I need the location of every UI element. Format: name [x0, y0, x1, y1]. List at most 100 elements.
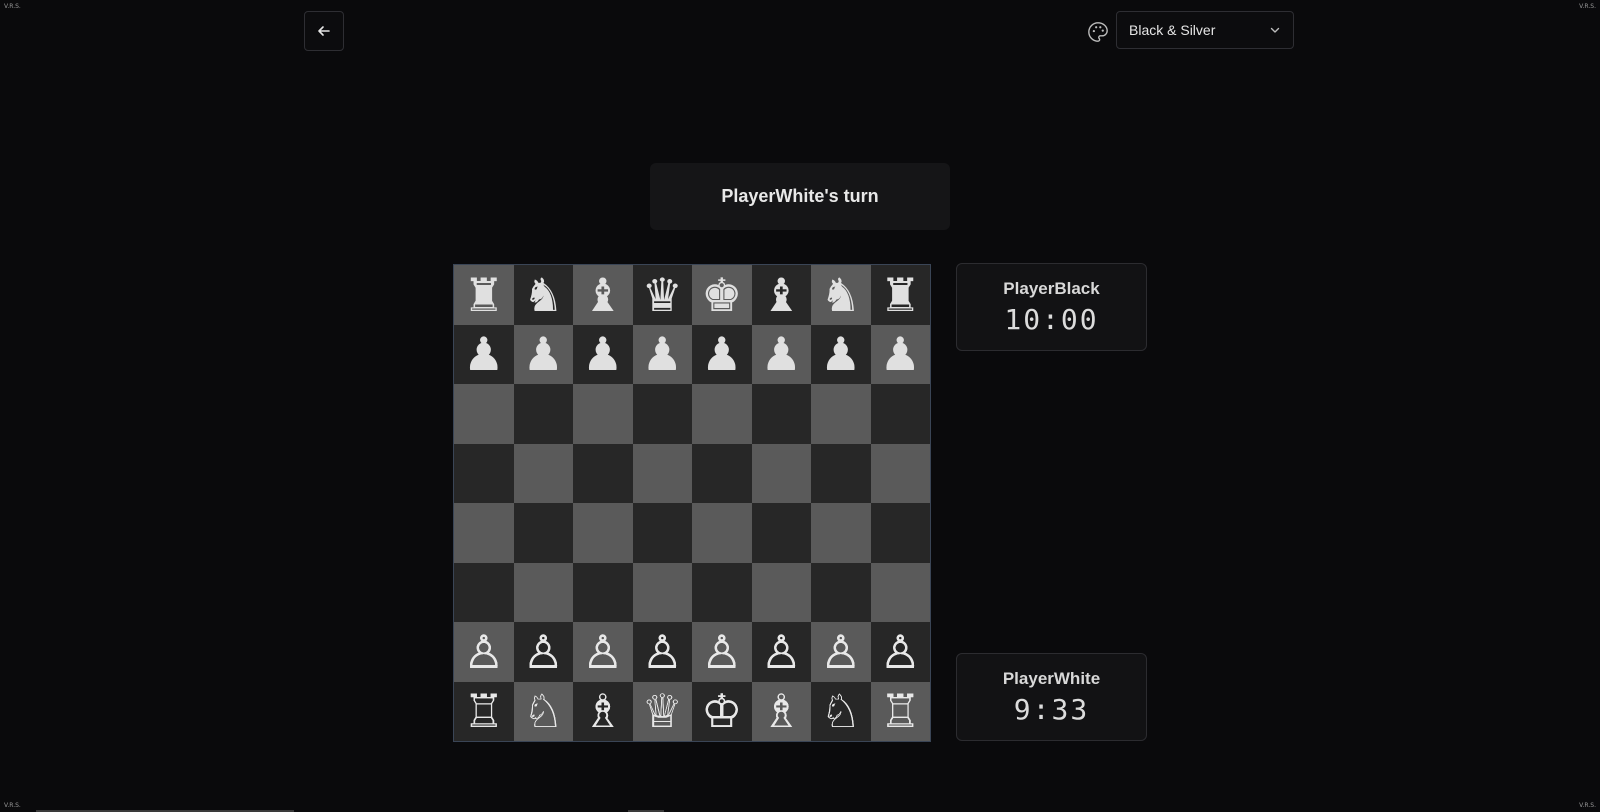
chess-piece[interactable]: ♟	[642, 331, 683, 377]
square-f6[interactable]	[751, 384, 811, 444]
square-c7[interactable]: ♟	[573, 324, 633, 384]
square-d8[interactable]: ♛	[632, 265, 692, 325]
square-g3[interactable]	[811, 562, 871, 622]
chess-piece[interactable]: ♟	[761, 331, 802, 377]
chess-piece[interactable]: ♟	[880, 331, 921, 377]
square-e8[interactable]: ♚	[692, 265, 752, 325]
chess-piece[interactable]: ♔	[701, 688, 742, 734]
square-h4[interactable]	[870, 503, 930, 563]
square-d2[interactable]: ♙	[632, 622, 692, 682]
square-d3[interactable]	[632, 562, 692, 622]
square-g2[interactable]: ♙	[811, 622, 871, 682]
square-d7[interactable]: ♟	[632, 324, 692, 384]
chess-piece[interactable]: ♞	[820, 272, 861, 318]
square-h3[interactable]	[870, 562, 930, 622]
chess-piece[interactable]: ♙	[523, 629, 564, 675]
square-b6[interactable]	[513, 384, 573, 444]
square-h7[interactable]: ♟	[870, 324, 930, 384]
square-a5[interactable]	[454, 443, 514, 503]
square-a8[interactable]: ♜	[454, 265, 514, 325]
chess-piece[interactable]: ♙	[642, 629, 683, 675]
chess-piece[interactable]: ♟	[523, 331, 564, 377]
square-a7[interactable]: ♟	[454, 324, 514, 384]
square-a1[interactable]: ♖	[454, 681, 514, 741]
square-e2[interactable]: ♙	[692, 622, 752, 682]
square-e7[interactable]: ♟	[692, 324, 752, 384]
square-c3[interactable]	[573, 562, 633, 622]
chess-piece[interactable]: ♟	[820, 331, 861, 377]
square-g5[interactable]	[811, 443, 871, 503]
chess-piece[interactable]: ♞	[523, 272, 564, 318]
chess-piece[interactable]: ♗	[582, 688, 623, 734]
chess-piece[interactable]: ♘	[820, 688, 861, 734]
square-c5[interactable]	[573, 443, 633, 503]
chess-piece[interactable]: ♙	[582, 629, 623, 675]
square-h8[interactable]: ♜	[870, 265, 930, 325]
square-d5[interactable]	[632, 443, 692, 503]
square-e4[interactable]	[692, 503, 752, 563]
chess-piece[interactable]: ♖	[880, 688, 921, 734]
chess-piece[interactable]: ♘	[523, 688, 564, 734]
theme-select[interactable]: Black & Silver	[1116, 11, 1294, 49]
square-d1[interactable]: ♕	[632, 681, 692, 741]
square-b1[interactable]: ♘	[513, 681, 573, 741]
square-h6[interactable]	[870, 384, 930, 444]
square-g8[interactable]: ♞	[811, 265, 871, 325]
chess-board[interactable]: ♜ ♞ ♝ ♛ ♚ ♝ ♞ ♜ ♟ ♟ ♟ ♟ ♟ ♟ ♟ ♟ ♙ ♙ ♙ ♙ ♙ ♙ ♙ ♙ ♖ ♘ ♗ ♕ ♔ ♗ ♘ ♖	[453, 264, 931, 742]
square-f4[interactable]	[751, 503, 811, 563]
chess-piece[interactable]: ♚	[701, 272, 742, 318]
square-f1[interactable]: ♗	[751, 681, 811, 741]
square-e5[interactable]	[692, 443, 752, 503]
square-a2[interactable]: ♙	[454, 622, 514, 682]
chess-piece[interactable]: ♛	[642, 272, 683, 318]
square-c1[interactable]: ♗	[573, 681, 633, 741]
chess-piece[interactable]: ♝	[582, 272, 623, 318]
square-a3[interactable]	[454, 562, 514, 622]
square-b3[interactable]	[513, 562, 573, 622]
chess-piece[interactable]: ♜	[463, 272, 504, 318]
chess-piece[interactable]: ♟	[701, 331, 742, 377]
square-c8[interactable]: ♝	[573, 265, 633, 325]
square-f2[interactable]: ♙	[751, 622, 811, 682]
chess-piece[interactable]: ♟	[582, 331, 623, 377]
chess-piece[interactable]: ♝	[761, 272, 802, 318]
square-g4[interactable]	[811, 503, 871, 563]
square-a4[interactable]	[454, 503, 514, 563]
square-e3[interactable]	[692, 562, 752, 622]
square-d6[interactable]	[632, 384, 692, 444]
square-c4[interactable]	[573, 503, 633, 563]
square-e1[interactable]: ♔	[692, 681, 752, 741]
chess-piece[interactable]: ♙	[820, 629, 861, 675]
back-button[interactable]	[304, 11, 344, 51]
square-d4[interactable]	[632, 503, 692, 563]
square-h2[interactable]: ♙	[870, 622, 930, 682]
square-g1[interactable]: ♘	[811, 681, 871, 741]
square-f7[interactable]: ♟	[751, 324, 811, 384]
square-f3[interactable]	[751, 562, 811, 622]
chess-piece[interactable]: ♙	[761, 629, 802, 675]
chess-piece[interactable]: ♙	[880, 629, 921, 675]
square-g6[interactable]	[811, 384, 871, 444]
square-b5[interactable]	[513, 443, 573, 503]
square-b2[interactable]: ♙	[513, 622, 573, 682]
square-b7[interactable]: ♟	[513, 324, 573, 384]
square-h5[interactable]	[870, 443, 930, 503]
chess-piece[interactable]: ♕	[642, 688, 683, 734]
square-c2[interactable]: ♙	[573, 622, 633, 682]
square-a6[interactable]	[454, 384, 514, 444]
square-c6[interactable]	[573, 384, 633, 444]
square-e6[interactable]	[692, 384, 752, 444]
chess-piece[interactable]: ♟	[463, 331, 504, 377]
chess-piece[interactable]: ♙	[701, 629, 742, 675]
square-f8[interactable]: ♝	[751, 265, 811, 325]
square-g7[interactable]: ♟	[811, 324, 871, 384]
square-h1[interactable]: ♖	[870, 681, 930, 741]
square-b4[interactable]	[513, 503, 573, 563]
square-f5[interactable]	[751, 443, 811, 503]
chess-piece[interactable]: ♙	[463, 629, 504, 675]
chess-piece[interactable]: ♗	[761, 688, 802, 734]
chess-piece[interactable]: ♖	[463, 688, 504, 734]
chess-piece[interactable]: ♜	[880, 272, 921, 318]
square-b8[interactable]: ♞	[513, 265, 573, 325]
player-card-black: PlayerBlack 10:00	[956, 263, 1147, 351]
